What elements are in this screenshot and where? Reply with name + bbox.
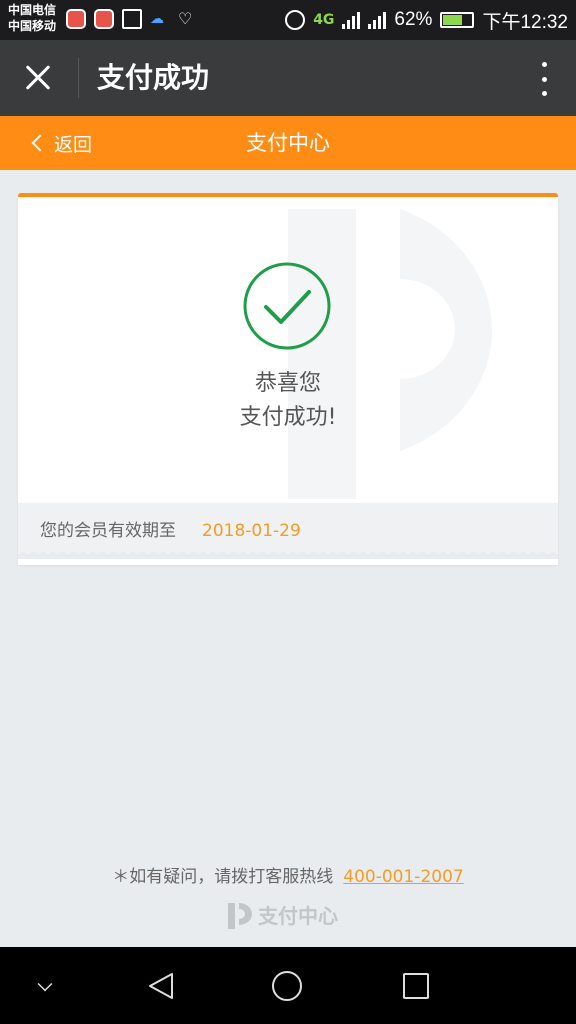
zigzag-edge <box>18 551 558 559</box>
close-button[interactable] <box>18 58 58 98</box>
chevron-left-icon <box>31 134 49 152</box>
notification-icons: ☁ ♡ <box>66 9 198 29</box>
divider <box>78 58 79 98</box>
system-nav-bar <box>0 947 576 1024</box>
watermark-logo-icon <box>288 209 492 499</box>
help-text: ＊如有疑问，请拨打客服热线 <box>112 867 334 887</box>
dot-icon <box>541 62 547 67</box>
page-title: 支付成功 <box>97 61 210 94</box>
recent-apps-icon[interactable] <box>403 973 429 999</box>
dot-icon <box>541 76 547 82</box>
status-bar: 中国电信 中国移动 ☁ ♡ 4G 62% 下午12:32 <box>0 0 576 40</box>
carrier-1: 中国电信 <box>8 3 57 17</box>
signal-icon <box>368 11 387 29</box>
back-button[interactable]: 返回 <box>30 128 92 158</box>
carrier-2: 中国移动 <box>8 19 57 33</box>
membership-label: 您的会员有效期至 <box>40 521 176 541</box>
back-triangle-icon[interactable] <box>146 971 176 1001</box>
app-notification-icon <box>94 9 114 29</box>
home-circle-icon[interactable] <box>272 971 302 1001</box>
nav-bar: 支付中心 返回 <box>0 116 576 170</box>
battery-icon <box>440 12 475 28</box>
membership-info: 您的会员有效期至 2018-01-29 <box>18 503 558 559</box>
image-icon <box>122 9 142 29</box>
success-text: 支付成功! <box>239 405 337 430</box>
dot-icon <box>541 91 547 96</box>
heart-icon: ♡ <box>178 9 193 28</box>
carrier-info: 中国电信 中国移动 <box>8 2 56 34</box>
brand-footer: 支付中心 <box>228 900 338 929</box>
status-right: 4G 62% 下午12:32 <box>285 6 568 34</box>
signal-icon <box>342 11 361 29</box>
success-check-icon <box>243 262 331 350</box>
chevron-down-icon[interactable] <box>37 976 53 992</box>
back-label: 返回 <box>54 133 93 156</box>
more-menu-button[interactable] <box>536 62 552 96</box>
brand-logo-icon <box>228 902 252 929</box>
clock: 下午12:32 <box>482 11 568 33</box>
alarm-icon <box>285 10 306 30</box>
network-type: 4G <box>313 12 335 28</box>
app-bar: 支付成功 <box>0 40 576 116</box>
battery-percent: 62% <box>394 9 433 30</box>
membership-date: 2018-01-29 <box>202 521 301 541</box>
help-line: ＊如有疑问，请拨打客服热线 400-001-2007 <box>0 864 576 890</box>
congrats-text: 恭喜您 <box>254 371 321 396</box>
cloud-icon: ☁ <box>150 11 164 27</box>
payment-result-card: 恭喜您 支付成功! 您的会员有效期至 2018-01-29 <box>18 193 558 565</box>
app-notification-icon <box>66 9 86 29</box>
brand-name: 支付中心 <box>258 904 338 928</box>
hotline-link[interactable]: 400-001-2007 <box>343 867 463 887</box>
